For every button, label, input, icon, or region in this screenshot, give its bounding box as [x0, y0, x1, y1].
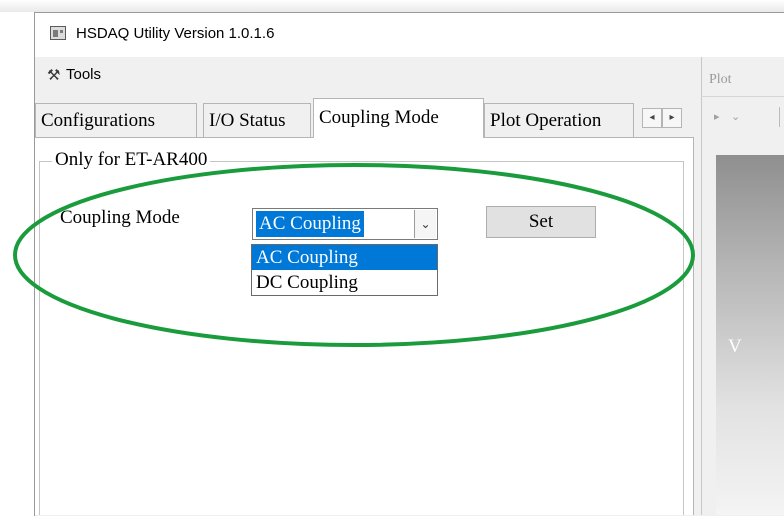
plot-area: [716, 155, 784, 515]
coupling-mode-label: Coupling Mode: [60, 207, 180, 228]
tab-coupling-mode[interactable]: Coupling Mode: [313, 98, 484, 138]
option-dc-coupling[interactable]: DC Coupling: [252, 270, 437, 295]
menu-bar: [35, 57, 701, 91]
coupling-mode-selected-value[interactable]: AC Coupling: [256, 211, 364, 237]
window-title: HSDAQ Utility Version 1.0.1.6: [76, 25, 275, 42]
group-box-title: Only for ET-AR400: [52, 149, 211, 171]
app-icon: [50, 26, 66, 40]
plot-panel-label: Plot: [709, 72, 732, 87]
set-button[interactable]: Set: [486, 206, 596, 238]
toolbar-separator: [779, 107, 780, 127]
tab-scroll-right-button[interactable]: ▸: [662, 108, 682, 128]
screen-edge: [0, 0, 784, 12]
plot-toolbar-icons[interactable]: ▸ ⌄: [714, 110, 744, 123]
plot-divider: [701, 96, 784, 97]
tab-plot-operation[interactable]: Plot Operation: [484, 103, 634, 137]
y-axis-label: V: [728, 336, 742, 357]
tools-menu[interactable]: Tools: [66, 66, 101, 83]
chevron-down-icon[interactable]: ⌄: [414, 210, 436, 238]
tab-configurations[interactable]: Configurations: [35, 103, 197, 137]
tab-io-status[interactable]: I/O Status: [203, 103, 311, 137]
option-ac-coupling[interactable]: AC Coupling: [252, 245, 437, 270]
tab-scroll-left-button[interactable]: ◂: [642, 108, 662, 128]
tools-icon[interactable]: ⚒: [47, 66, 60, 84]
